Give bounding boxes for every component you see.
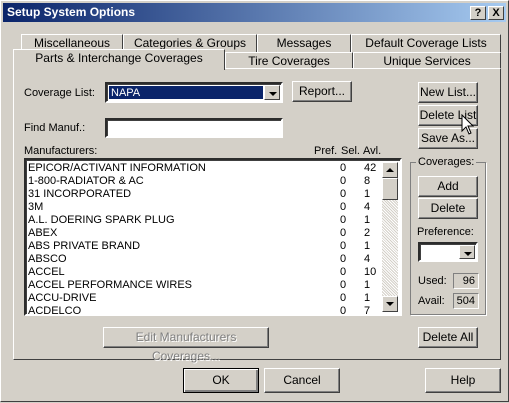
add-coverage-button[interactable]: Add <box>418 176 478 197</box>
manufacturer-name: ACCEL PERFORMANCE WIRES <box>28 279 193 291</box>
manufacturer-name: 3M <box>28 201 44 213</box>
manufacturer-name: 1-800-RADIATOR & AC <box>28 175 144 187</box>
vertical-scrollbar[interactable] <box>382 162 398 312</box>
avl-column-header: Avl. <box>363 145 382 157</box>
avl-count: 8 <box>364 175 371 187</box>
scroll-down-button[interactable] <box>382 296 398 312</box>
delete-coverage-button[interactable]: Delete <box>418 198 478 219</box>
report-button-label: Report... <box>298 84 346 98</box>
avl-count: 1 <box>364 240 371 252</box>
preference-label: Preference: <box>417 226 474 238</box>
avail-label: Avail: <box>418 295 445 307</box>
avl-count: 42 <box>364 162 377 174</box>
find-manufacturer-input[interactable] <box>105 118 283 138</box>
list-item[interactable]: 3M 0 4 <box>28 201 388 214</box>
manufacturers-list[interactable]: EPICOR/ACTIVANT INFORMATION 0 42 1-800-RADI… <box>24 158 402 316</box>
sel-count: 0 <box>340 188 347 200</box>
sel-count: 0 <box>340 292 347 304</box>
cancel-label: Cancel <box>283 373 321 387</box>
help-label: Help <box>450 373 476 387</box>
avl-count: 2 <box>364 227 371 239</box>
edit-manufacturers-coverages-button[interactable]: Edit Manufacturers Coverages... <box>103 327 269 363</box>
sel-count: 0 <box>340 214 347 226</box>
manufacturer-name: ACCU-DRIVE <box>28 292 97 304</box>
avl-count: 10 <box>364 266 377 278</box>
edit-coverages-label: Edit Manufacturers Coverages... <box>135 330 237 363</box>
arrow-down-icon <box>386 302 394 306</box>
find-manufacturer-label: Find Manuf.: <box>24 122 86 134</box>
list-item[interactable]: ACCEL 0 10 <box>28 266 388 279</box>
coverage-list-combo[interactable]: NAPA <box>105 82 283 103</box>
avl-count: 1 <box>364 292 371 304</box>
list-item[interactable]: 31 INCORPORATED 0 1 <box>28 188 388 201</box>
delete-all-button[interactable]: Delete All <box>418 327 478 348</box>
scroll-up-button[interactable] <box>382 162 398 178</box>
list-item[interactable]: ACCU-DRIVE 0 1 <box>28 292 388 305</box>
mouse-cursor-icon <box>461 114 475 135</box>
avl-count: 4 <box>364 201 371 213</box>
preference-dropdown-button[interactable] <box>459 245 475 259</box>
manufacturers-label: Manufacturers: <box>24 145 98 157</box>
sel-count: 0 <box>340 201 347 213</box>
cancel-button[interactable]: Cancel <box>264 368 340 393</box>
delete-label: Delete <box>430 201 466 215</box>
avl-count: 1 <box>364 188 371 200</box>
avl-count: 1 <box>364 214 371 226</box>
delete-all-label: Delete All <box>422 330 474 344</box>
used-label: Used: <box>418 275 447 287</box>
list-item[interactable]: EPICOR/ACTIVANT INFORMATION 0 42 <box>28 162 388 175</box>
list-item[interactable]: A.L. DOERING SPARK PLUG 0 1 <box>28 214 388 227</box>
pref-column-header: Pref. <box>314 145 338 157</box>
dropdown-button[interactable] <box>264 85 280 100</box>
sel-count: 0 <box>340 253 347 265</box>
sel-count: 0 <box>340 305 347 316</box>
list-item[interactable]: ABS PRIVATE BRAND 0 1 <box>28 240 388 253</box>
chevron-down-icon <box>464 252 472 256</box>
new-list-button[interactable]: New List... <box>418 82 478 103</box>
sel-count: 0 <box>340 240 347 252</box>
new-list-label: New List... <box>419 85 476 99</box>
list-item[interactable]: 1-800-RADIATOR & AC 0 8 <box>28 175 388 188</box>
coverage-list-label: Coverage List: <box>24 87 95 99</box>
manufacturer-name: 31 INCORPORATED <box>28 188 132 200</box>
manufacturer-name: ACCEL <box>28 266 65 278</box>
manufacturer-name: ABS PRIVATE BRAND <box>28 240 141 252</box>
sel-column-header: Sel. <box>341 145 360 157</box>
coverages-group-title: Coverages: <box>416 156 477 168</box>
avail-count: 504 <box>453 293 479 309</box>
arrow-up-icon <box>386 168 394 172</box>
list-item[interactable]: ABEX 0 2 <box>28 227 388 240</box>
manufacturer-name: ABSCO <box>28 253 67 265</box>
list-item[interactable]: ABSCO 0 4 <box>28 253 388 266</box>
sel-count: 0 <box>340 162 347 174</box>
sel-count: 0 <box>340 266 347 278</box>
coverage-list-value: NAPA <box>109 86 263 99</box>
manufacturer-name: EPICOR/ACTIVANT INFORMATION <box>28 162 206 174</box>
setup-system-options-dialog: Setup System Options ? X Miscellaneous C… <box>0 0 509 402</box>
ok-button[interactable]: OK <box>183 368 259 393</box>
avl-count: 4 <box>364 253 371 265</box>
manufacturer-name: A.L. DOERING SPARK PLUG <box>28 214 175 226</box>
scroll-thumb[interactable] <box>382 178 398 200</box>
sel-count: 0 <box>340 227 347 239</box>
list-item[interactable]: ACCEL PERFORMANCE WIRES 0 1 <box>28 279 388 292</box>
avl-count: 7 <box>364 305 371 316</box>
avl-count: 1 <box>364 279 371 291</box>
list-item[interactable]: ACDELCO 0 7 <box>28 305 388 316</box>
report-button[interactable]: Report... <box>292 81 352 102</box>
chevron-down-icon <box>269 92 277 96</box>
sel-count: 0 <box>340 175 347 187</box>
ok-label: OK <box>212 373 230 387</box>
help-button[interactable]: Help <box>425 368 501 393</box>
sel-count: 0 <box>340 279 347 291</box>
preference-select[interactable] <box>418 242 478 262</box>
manufacturer-name: ACDELCO <box>28 305 82 316</box>
used-count: 96 <box>453 273 479 289</box>
add-label: Add <box>437 179 459 193</box>
manufacturer-name: ABEX <box>28 227 58 239</box>
